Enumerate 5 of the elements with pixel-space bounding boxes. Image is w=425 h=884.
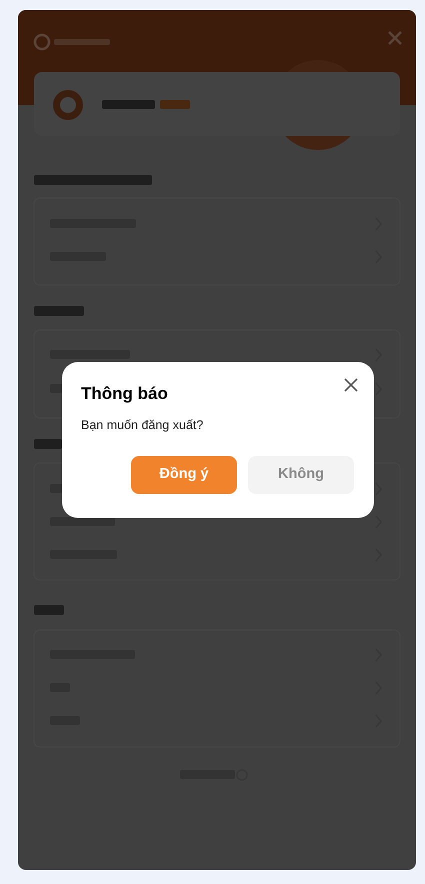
dialog-title: Thông báo (81, 384, 168, 404)
close-icon[interactable] (344, 378, 358, 392)
dialog-message: Bạn muốn đăng xuất? (81, 417, 204, 434)
confirm-button[interactable]: Đồng ý (131, 456, 237, 494)
cancel-button[interactable]: Không (248, 456, 354, 494)
